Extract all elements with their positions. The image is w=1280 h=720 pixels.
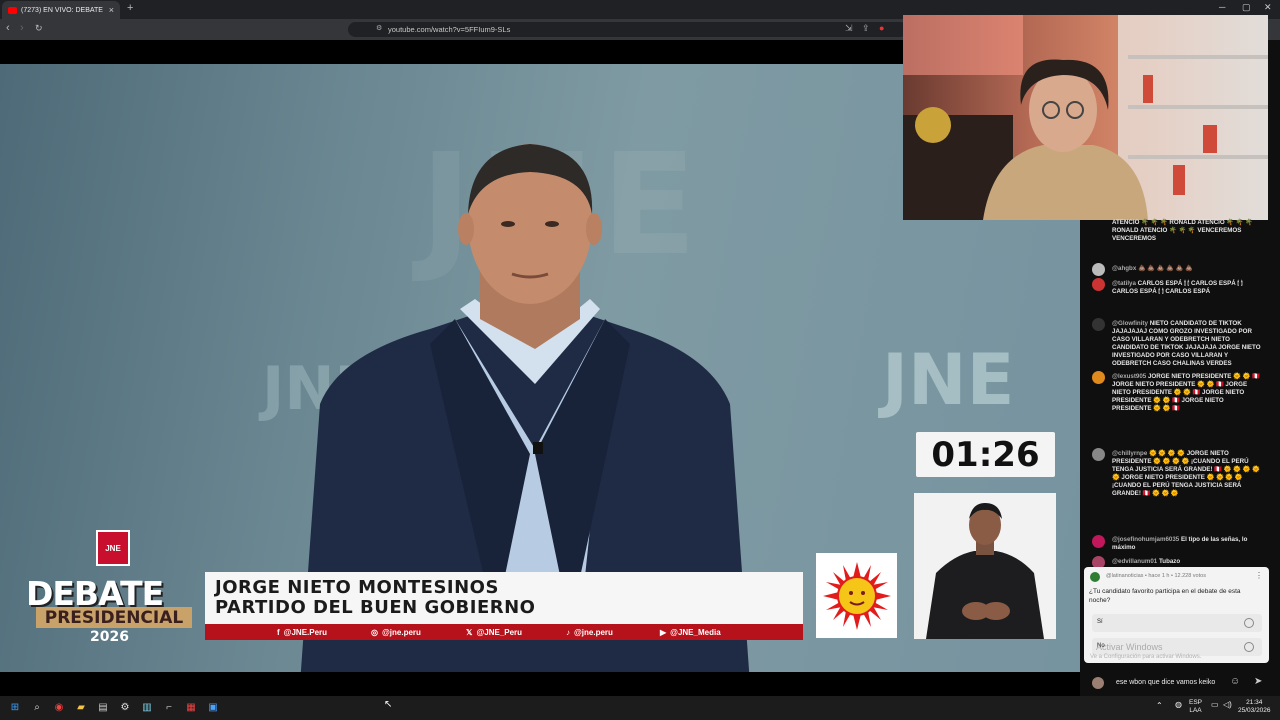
windows-start-icon[interactable]: ⊞ [8,700,22,714]
tiktok-handle: ♪ @jne.peru [566,627,613,637]
radio-icon [1244,618,1254,628]
notes-icon[interactable]: ▥ [140,700,154,714]
address-bar[interactable]: youtube.com/watch?v=5FFIum9-SLs [348,22,908,37]
activate-windows-subtext: Ve a Configuración para activar Windows. [1090,654,1202,660]
chat-author: @Glowfinity [1112,320,1148,327]
chat-author: @ahgbx [1112,265,1137,272]
app-icon[interactable]: ▤ [96,700,110,714]
sign-language-interpreter [914,493,1056,639]
background-jne-logo: JNE [882,339,1015,421]
youtube-handle: ▶ @JNE_Media [660,627,721,637]
youtube-icon: ▶ [660,627,667,637]
tiktok-icon: ♪ [566,627,570,637]
poll-option-yes[interactable]: Sí [1092,614,1262,632]
candidate-name: JORGE NIETO MONTESINOS [215,577,499,598]
x-icon: 𝕏 [466,627,473,637]
poll-channel-avatar [1090,572,1100,582]
badge-presidencial: PRESIDENCIAL [36,607,192,628]
chat-message: @edvillanum01 Tubazo [1112,558,1262,566]
browser-icon[interactable]: ◉ [52,700,66,714]
emoji-icon[interactable]: ☺ [1230,676,1240,687]
chat-avatar [1092,371,1105,384]
url-text: youtube.com/watch?v=5FFIum9-SLs [388,25,511,34]
chat-author: @josefinohumjam6035 [1112,536,1180,543]
volume-icon[interactable]: ◁) [1223,701,1232,709]
radio-icon [1244,642,1254,652]
chat-message: ATENCIO 🌴 🌴 🌴 RONALD ATENCIO 🌴 🌴 🌴 RONAL… [1112,219,1262,243]
chat-avatar [1092,278,1105,291]
chat-message-text: 💩 💩 💩 💩 💩 💩 [1138,265,1193,272]
language-indicator[interactable]: ESP LAA [1189,699,1202,715]
windows-taskbar: ⊞ ⌕ ◉ ▰ ▤ ⚙ ▥ ⌐ ▦ ▣ ↖ ⌃ ◍ ESP LAA ▭ ◁) 2… [0,696,1280,720]
recorder-icon[interactable]: ▦ [184,700,198,714]
facebook-icon: f [277,627,280,637]
extension-icon[interactable]: ● [879,23,884,33]
chat-message: @chillyrnpe 🌞 🌞 🌞 🌞 JORGE NIETO PRESIDEN… [1112,450,1262,498]
site-info-icon[interactable]: ⚙ [376,24,382,32]
terminal-icon[interactable]: ⌐ [162,700,176,714]
chat-message-text: Tubazo [1158,558,1181,565]
tray-overflow-icon[interactable]: ⌃ [1156,702,1163,710]
chat-message: @ahgbx 💩 💩 💩 💩 💩 💩 [1112,265,1262,273]
streamer-webcam [903,15,1268,220]
network-icon[interactable]: ▭ [1211,701,1219,709]
maximize-icon[interactable]: ▢ [1242,2,1251,13]
tab-title: (7273) EN VIVO: DEBATE PRE [21,6,105,14]
settings-icon[interactable]: ⚙ [118,700,132,714]
party-name: PARTIDO DEL BUEN GOBIERNO [215,597,536,618]
activate-windows-watermark: Activar Windows [1096,642,1163,652]
lower-third: JORGE NIETO MONTESINOS PARTIDO DEL BUEN … [205,572,803,624]
chat-avatar [1092,448,1105,461]
chat-message: @Glowfinity NIETO CANDIDATO DE TIKTOK JA… [1112,320,1262,368]
tab-close-icon[interactable]: × [109,5,114,15]
party-sun-logo [816,553,897,638]
chat-author: @chillyrnpe [1112,450,1148,457]
chat-message: @josefinohumjam6035 El tipo de las señas… [1112,536,1262,552]
facebook-handle: f @JNE.Peru [277,627,328,637]
reload-icon[interactable]: ↻ [35,23,43,34]
tray-app-icon[interactable]: ◍ [1175,701,1182,709]
jne-logo: JNE [96,530,130,566]
poll-source: @latinanoticias • hace 1 h • 12.228 voto… [1106,573,1206,579]
poll-question: ¿Tu candidato favorito participa en el d… [1089,588,1241,604]
instagram-icon: ◎ [371,627,378,637]
chat-message-text: NIETO CANDIDATO DE TIKTOK JAJAJAJAJ COMO… [1112,320,1261,367]
chat-message-text: 🌞 🌞 🌞 🌞 JORGE NIETO PRESIDENTE 🌞 🌞 🌞 🌞 ¡… [1112,450,1260,497]
clock[interactable]: 21:34 25/03/2026 [1238,699,1271,715]
chat-message-text: ATENCIO 🌴 🌴 🌴 RONALD ATENCIO 🌴 🌴 🌴 RONAL… [1112,219,1253,242]
chat-message: @lexust905 JORGE NIETO PRESIDENTE 🌞 🌞 🇵🇪… [1112,373,1262,413]
search-icon[interactable]: ⌕ [30,700,44,714]
youtube-favicon-icon [8,6,17,14]
badge-year: 2026 [90,629,129,645]
user-avatar [1092,677,1104,689]
social-handles-bar: f @JNE.Peru ◎ @jne.peru 𝕏 @JNE_Peru ♪ @j… [205,624,803,640]
x-handle: 𝕏 @JNE_Peru [466,627,523,637]
poll-menu-icon[interactable]: ⋮ [1255,571,1263,580]
forward-icon[interactable]: › [20,22,24,34]
mouse-cursor-icon: ↖ [384,699,393,710]
new-tab-icon[interactable]: + [127,2,133,14]
file-explorer-icon[interactable]: ▰ [74,700,88,714]
debate-timer: 01:26 [916,432,1055,477]
chat-avatar [1092,318,1105,331]
browser-tab[interactable]: (7273) EN VIVO: DEBATE PRE × [2,1,120,19]
chat-input[interactable]: ese wbon que dice vamos keiko [1116,679,1215,686]
chat-author: @edvillanum01 [1112,558,1158,565]
chat-input-row: ese wbon que dice vamos keiko ☺ ➤ [1080,672,1280,694]
install-icon[interactable]: ⇲ [845,23,853,34]
minimize-icon[interactable]: ─ [1219,2,1225,12]
chat-author: @tatilya [1112,280,1136,287]
chat-message: @tatilya CARLOS ESPÁ 🕯 🕯 CARLOS ESPÁ 🕯 🕯… [1112,280,1262,296]
share-icon[interactable]: ⇪ [862,23,870,34]
instagram-handle: ◎ @jne.peru [371,627,421,637]
back-icon[interactable]: ‹ [6,22,10,34]
debate-presidencial-badge: JNE DEBATE PRESIDENCIAL 2026 [26,530,196,648]
chat-avatar [1092,263,1105,276]
chat-author: @lexust905 [1112,373,1147,380]
send-icon[interactable]: ➤ [1254,676,1262,687]
close-window-icon[interactable]: ✕ [1264,2,1272,13]
window-icon[interactable]: ▣ [206,700,220,714]
chat-avatar [1092,535,1105,548]
